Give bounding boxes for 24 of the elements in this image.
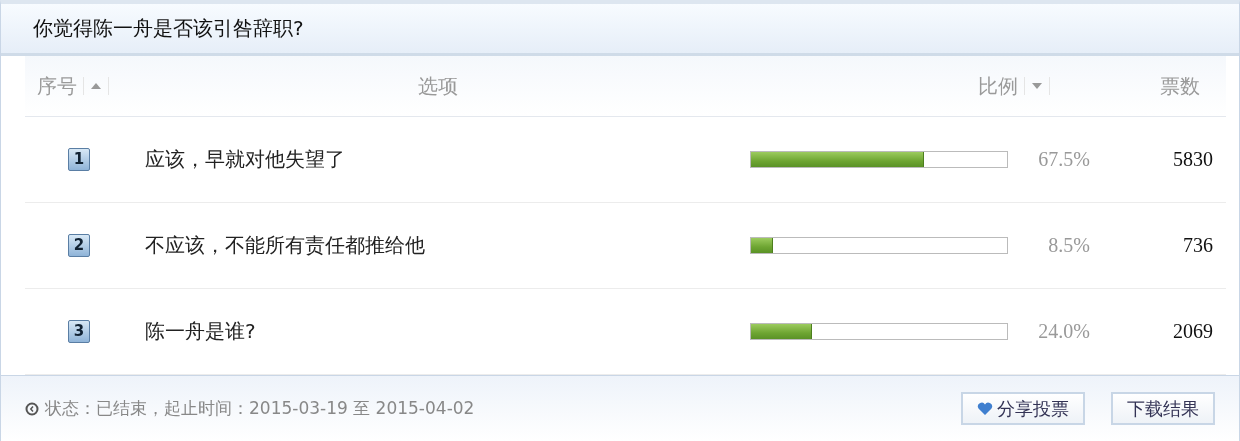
vote-count: 5830: [1173, 148, 1213, 171]
option-text: 应该，早就对他失望了: [145, 147, 345, 172]
column-header[interactable]: 序号: [37, 72, 77, 100]
share-button[interactable]: 分享投票: [961, 392, 1085, 426]
column-header[interactable]: 选项: [417, 72, 458, 100]
clock-icon: [25, 401, 39, 416]
column-header[interactable]: 比例: [978, 72, 1018, 100]
vote-count: 2069: [1173, 320, 1213, 343]
percent-text: 24.0%: [1038, 320, 1090, 343]
index-badge: 3: [68, 320, 90, 344]
option-text: 陈一舟是谁?: [145, 319, 256, 344]
status-text: 状态：已结束，起止时间：2015-03-19 至 2015-04-02: [45, 397, 475, 421]
sort-up-icon[interactable]: [90, 82, 102, 91]
percent-text: 67.5%: [1038, 148, 1090, 171]
percent-text: 8.5%: [1048, 234, 1090, 257]
vote-count: 736: [1183, 234, 1213, 257]
heart-icon: [977, 401, 993, 416]
sort-down-icon[interactable]: [1031, 82, 1043, 91]
poll-title: 你觉得陈一舟是否该引咎辞职?: [33, 15, 304, 43]
index-badge: 2: [68, 234, 90, 258]
download-button[interactable]: 下载结果: [1111, 392, 1215, 426]
option-text: 不应该，不能所有责任都推给他: [145, 233, 425, 258]
index-badge: 1: [68, 148, 90, 172]
column-header[interactable]: 票数: [1160, 72, 1200, 100]
